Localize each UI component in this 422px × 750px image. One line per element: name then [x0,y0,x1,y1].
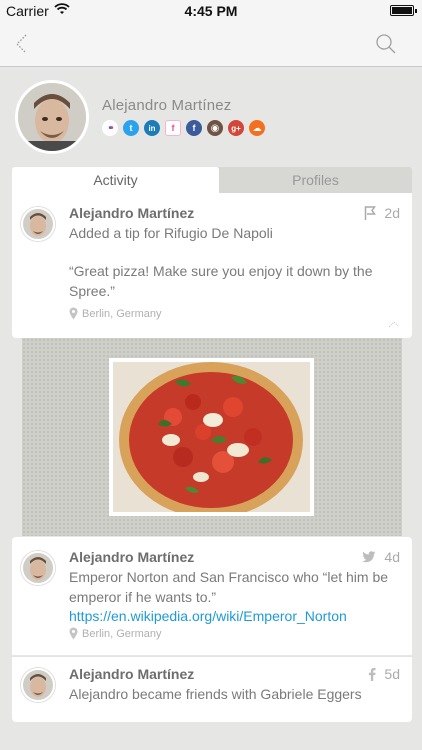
twitter-bird-icon [362,551,376,563]
status-bar: Carrier 4:45 PM [0,0,422,22]
tweet-link[interactable]: https://en.wikipedia.org/wiki/Emperor_No… [69,608,347,624]
item-location: Berlin, Germany [69,307,161,320]
item-message: Alejandro became friends with Gabriele E… [69,686,362,702]
profile-name: Alejandro Martínez [102,97,232,114]
foursquare-icon[interactable]: f [165,120,181,136]
expand-corner-icon[interactable] [388,320,400,328]
item-age: 4d [384,549,400,565]
tip-quote: “Great pizza! Make sure you enjoy it dow… [69,263,373,299]
item-location: Berlin, Germany [69,627,161,640]
google-plus-icon[interactable]: g+ [228,120,244,136]
facebook-icon [369,667,376,681]
photo-attachment-area [22,338,402,536]
soundcloud-icon[interactable]: ☁ [249,120,265,136]
tab-profiles[interactable]: Profiles [219,167,412,193]
twitter-icon[interactable]: t [123,120,139,136]
location-pin-icon [69,627,78,640]
instagram-icon[interactable]: ◉ [207,120,223,136]
flickr-icon[interactable]: • • [102,120,118,136]
author-name[interactable]: Alejandro Martínez [69,549,194,565]
navigation-bar [0,22,422,67]
profile-header: Alejandro Martínez • • t in f f ◉ g+ ☁ [0,68,422,168]
item-meta: 2d [364,205,400,221]
feed-item-friendship[interactable]: Alejandro Martínez 5d Alejandro became f… [12,656,412,722]
foursquare-flag-icon [365,205,377,220]
feed-item-tip[interactable]: Alejandro Martínez 2d Added a tip for Ri… [12,193,412,338]
back-chevron-icon[interactable] [12,32,34,56]
location-label: Berlin, Germany [82,627,162,640]
profile-tabs: Activity Profiles [12,167,412,193]
author-name[interactable]: Alejandro Martínez [69,205,194,221]
feed-item-tweet[interactable]: Alejandro Martínez 4d Emperor Norton and… [12,537,412,655]
location-pin-icon [69,307,78,320]
author-avatar [21,207,55,241]
search-icon[interactable] [374,32,398,56]
pizza-photo[interactable] [109,358,314,518]
battery-icon [390,5,417,16]
author-name[interactable]: Alejandro Martínez [69,666,194,682]
author-avatar [21,551,55,585]
tweet-text: Emperor Norton and San Francisco who “le… [69,569,389,605]
item-meta: 4d [362,549,400,565]
linkedin-icon[interactable]: in [144,120,160,136]
tab-activity[interactable]: Activity [12,167,219,193]
author-avatar [21,668,55,702]
profile-avatar [15,80,89,154]
item-meta: 5d [368,666,400,682]
facebook-icon[interactable]: f [186,120,202,136]
location-label: Berlin, Germany [82,307,162,320]
item-message: Emperor Norton and San Francisco who “le… [69,568,399,627]
item-age: 2d [384,205,400,221]
clock: 4:45 PM [184,3,238,19]
item-message: Added a tip for Rifugio De Napoli [69,225,273,241]
social-profiles-list: • • t in f f ◉ g+ ☁ [102,120,265,136]
item-age: 5d [384,666,400,682]
